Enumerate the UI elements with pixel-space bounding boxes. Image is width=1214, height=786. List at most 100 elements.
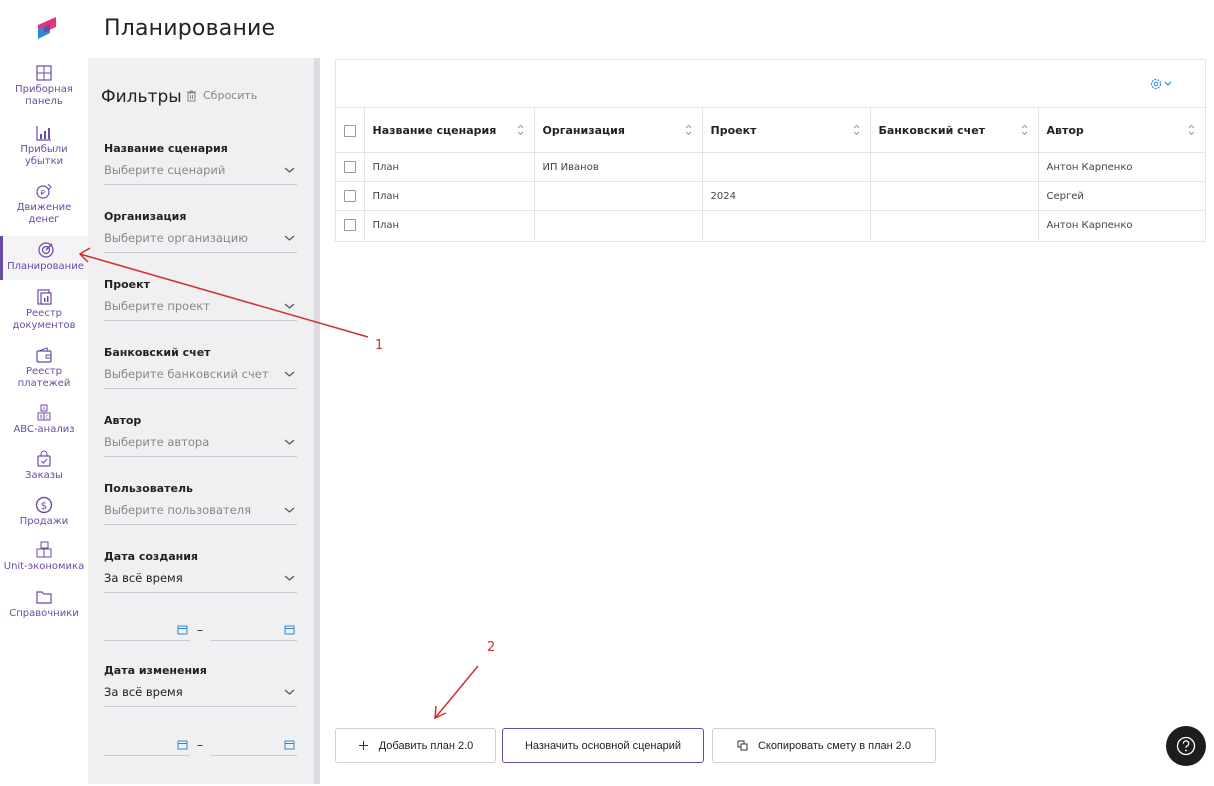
calendar-icon	[177, 740, 188, 750]
user-select[interactable]: Выберите пользователя	[104, 503, 297, 525]
cell-bank-account	[870, 210, 1039, 240]
modified-date-to[interactable]	[211, 736, 297, 756]
chart-icon	[35, 124, 53, 142]
reset-filters-button[interactable]: Сбросить	[186, 89, 257, 102]
add-plan-label: Добавить план 2.0	[378, 739, 474, 752]
created-date-to[interactable]	[211, 621, 297, 641]
calendar-icon	[284, 625, 295, 635]
sidebar-item-orders[interactable]: Заказы	[0, 450, 88, 482]
copy-icon	[737, 740, 748, 751]
column-header-organization[interactable]: Организация	[534, 107, 703, 153]
sidebar-item-label: Заказы	[25, 470, 63, 481]
modified-date-from[interactable]	[104, 736, 190, 756]
help-button[interactable]	[1166, 726, 1206, 766]
sort-icon	[685, 124, 691, 136]
row-checkbox[interactable]	[343, 219, 356, 232]
svg-text:B: B	[40, 415, 43, 421]
sidebar-item-directories[interactable]: Справочники	[0, 588, 88, 620]
app-logo[interactable]	[36, 15, 58, 41]
reset-label: Сбросить	[203, 89, 258, 102]
cell-scenario: План	[364, 210, 535, 240]
created-period-select[interactable]: За всё время	[104, 571, 297, 593]
cell-scenario: План	[364, 181, 535, 211]
svg-text:₽: ₽	[41, 189, 46, 197]
annotation-marker-2: 2	[487, 640, 496, 655]
sidebar-item-label: ABC-анализ	[13, 424, 75, 435]
sidebar-item-cashflow[interactable]: ₽ Движение денег	[0, 182, 88, 226]
filter-bank-account: Банковский счет Выберите банковский счет	[104, 346, 297, 389]
select-all-checkbox[interactable]	[343, 124, 356, 137]
cell-bank-account	[870, 152, 1039, 182]
cell-scenario: План	[364, 152, 535, 182]
chevron-down-icon	[284, 439, 295, 445]
copy-estimate-button[interactable]: Скопировать смету в план 2.0	[712, 728, 936, 763]
calendar-icon	[284, 740, 295, 750]
table-row[interactable]: План Антон Карпенко	[336, 210, 1205, 240]
bank-account-select[interactable]: Выберите банковский счет	[104, 367, 297, 389]
select-all-cell	[336, 107, 365, 153]
cell-project	[702, 152, 871, 182]
organization-select[interactable]: Выберите организацию	[104, 231, 297, 253]
cell-author: Антон Карпенко	[1038, 210, 1205, 240]
row-select-cell	[336, 210, 365, 240]
chevron-down-icon	[284, 575, 295, 581]
project-select[interactable]: Выберите проект	[104, 299, 297, 321]
folder-icon	[35, 588, 53, 606]
author-select[interactable]: Выберите автора	[104, 435, 297, 457]
sidebar-item-documents[interactable]: Реестр документов	[0, 288, 88, 332]
column-header-author[interactable]: Автор	[1038, 107, 1205, 153]
calendar-icon	[177, 625, 188, 635]
copy-estimate-label: Скопировать смету в план 2.0	[757, 739, 912, 752]
row-select-cell	[336, 152, 365, 182]
filter-organization: Организация Выберите организацию	[104, 210, 297, 253]
sidebar-item-dashboard[interactable]: Приборная панель	[0, 64, 88, 108]
filters-scrollbar[interactable]	[314, 58, 320, 784]
date-separator: –	[197, 623, 203, 637]
created-date-from[interactable]	[104, 621, 190, 641]
filter-label: Организация	[104, 210, 187, 223]
set-main-scenario-button[interactable]: Назначить основной сценарий	[502, 728, 704, 763]
boxes-icon	[35, 541, 53, 559]
row-checkbox[interactable]	[343, 161, 356, 173]
cell-bank-account	[870, 181, 1039, 211]
scenario-select[interactable]: Выберите сценарий	[104, 163, 297, 185]
sort-icon	[517, 124, 523, 136]
modified-period-select[interactable]: За всё время	[104, 685, 297, 707]
sidebar-item-label: Unit-экономика	[3, 561, 85, 572]
chevron-down-icon	[284, 235, 295, 241]
add-plan-button[interactable]: Добавить план 2.0	[335, 728, 496, 763]
sidebar-item-label: Продажи	[19, 516, 69, 527]
chevron-down-icon	[284, 371, 295, 377]
cell-author: Сергей	[1038, 181, 1205, 211]
filter-label: Дата создания	[104, 550, 198, 563]
sidebar-item-profit[interactable]: Прибыли убытки	[0, 124, 88, 168]
sidebar-item-payments[interactable]: Реестр платежей	[0, 346, 88, 390]
created-date-range: –	[104, 621, 297, 641]
table-row[interactable]: План 2024 Сергей	[336, 181, 1205, 211]
column-header-scenario[interactable]: Название сценария	[364, 107, 535, 153]
filter-author: Автор Выберите автора	[104, 414, 297, 457]
question-icon	[1176, 736, 1196, 756]
trash-icon	[187, 90, 196, 101]
chevron-down-icon	[284, 507, 295, 513]
filter-label: Название сценария	[104, 142, 228, 155]
sidebar-item-sales[interactable]: $ Продажи	[0, 496, 88, 528]
row-checkbox[interactable]	[343, 190, 356, 202]
column-header-project[interactable]: Проект	[702, 107, 871, 153]
table-row[interactable]: План ИП Иванов Антон Карпенко	[336, 152, 1205, 182]
chevron-down-icon	[284, 167, 295, 173]
filters-title: Фильтры	[101, 87, 182, 107]
column-settings-button[interactable]	[1149, 76, 1175, 90]
filter-label: Проект	[104, 278, 150, 291]
sidebar-item-abc[interactable]: ABC ABC-анализ	[0, 404, 88, 436]
annotation-arrowhead-2	[434, 705, 447, 720]
sidebar-item-unit-economics[interactable]: Unit-экономика	[0, 541, 88, 573]
app-root: Приборная панель Прибыли убытки ₽ Движен…	[0, 0, 1214, 786]
dollar-icon: $	[35, 496, 53, 514]
sidebar-item-label: Справочники	[9, 608, 79, 619]
sidebar-item-label: Планирование	[7, 261, 84, 272]
sidebar-item-planning[interactable]: Планирование	[0, 236, 88, 280]
cell-project	[702, 210, 871, 240]
annotation-arrow-2	[434, 665, 479, 719]
column-header-bank-account[interactable]: Банковский счет	[870, 107, 1039, 153]
